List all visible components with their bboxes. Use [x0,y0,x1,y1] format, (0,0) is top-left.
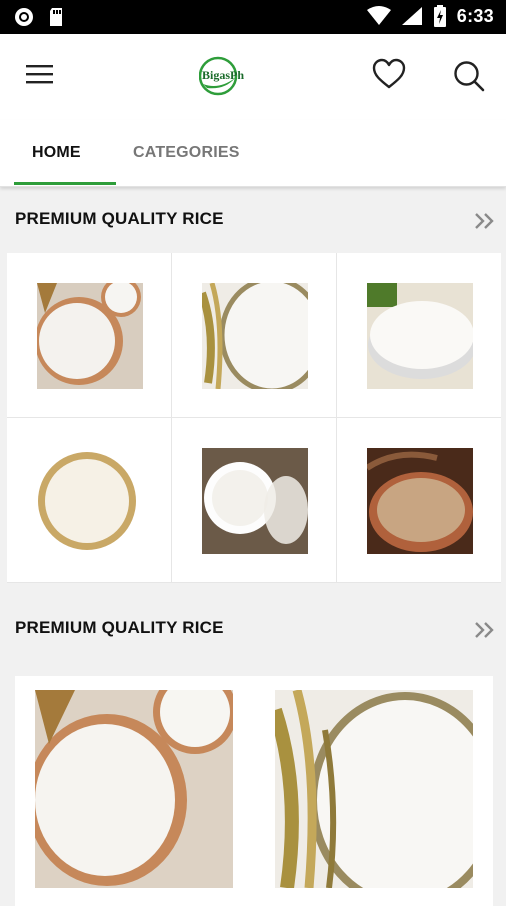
rice-white-bowl-image [202,448,308,554]
signal-icon [401,7,422,25]
section-header-2: PREMIUM QUALITY RICE [0,596,506,666]
sd-card-icon [50,8,62,26]
app-bar: BigasPh [0,34,506,120]
product-grid [7,253,501,583]
product-carousel [15,676,493,906]
search-icon[interactable] [453,60,485,92]
status-bar: 6:33 [0,0,506,34]
product-tile[interactable] [337,253,501,417]
battery-icon [433,5,446,27]
tab-categories[interactable]: CATEGORIES [133,144,240,162]
product-tile[interactable] [172,418,336,582]
wifi-icon [366,6,391,25]
double-chevron-right-icon[interactable] [474,620,496,640]
rice-plate-image [367,283,473,389]
product-tile[interactable] [7,253,171,417]
rice-tray-image [37,448,143,554]
heart-icon[interactable] [372,58,406,90]
rice-basket-image [202,283,308,389]
tab-bar: HOME CATEGORIES [0,120,506,187]
product-tile[interactable] [172,253,336,417]
product-card-image[interactable] [35,690,233,888]
tab-indicator [14,182,116,185]
product-tile[interactable] [337,418,501,582]
app-logo: BigasPh [199,56,251,96]
product-tile[interactable] [7,418,171,582]
rice-bowl-image [37,283,143,389]
tab-home[interactable]: HOME [32,144,81,162]
logo-text: BigasPh [202,68,245,82]
section-title: PREMIUM QUALITY RICE [15,618,224,637]
menu-icon[interactable] [26,63,54,85]
recording-icon [15,8,33,26]
status-time: 6:33 [456,5,494,26]
section-header-1: PREMIUM QUALITY RICE [0,190,506,250]
product-card-image[interactable] [275,690,473,888]
section-title: PREMIUM QUALITY RICE [15,209,224,228]
double-chevron-right-icon[interactable] [474,211,496,231]
brown-rice-bowl-image [367,448,473,554]
